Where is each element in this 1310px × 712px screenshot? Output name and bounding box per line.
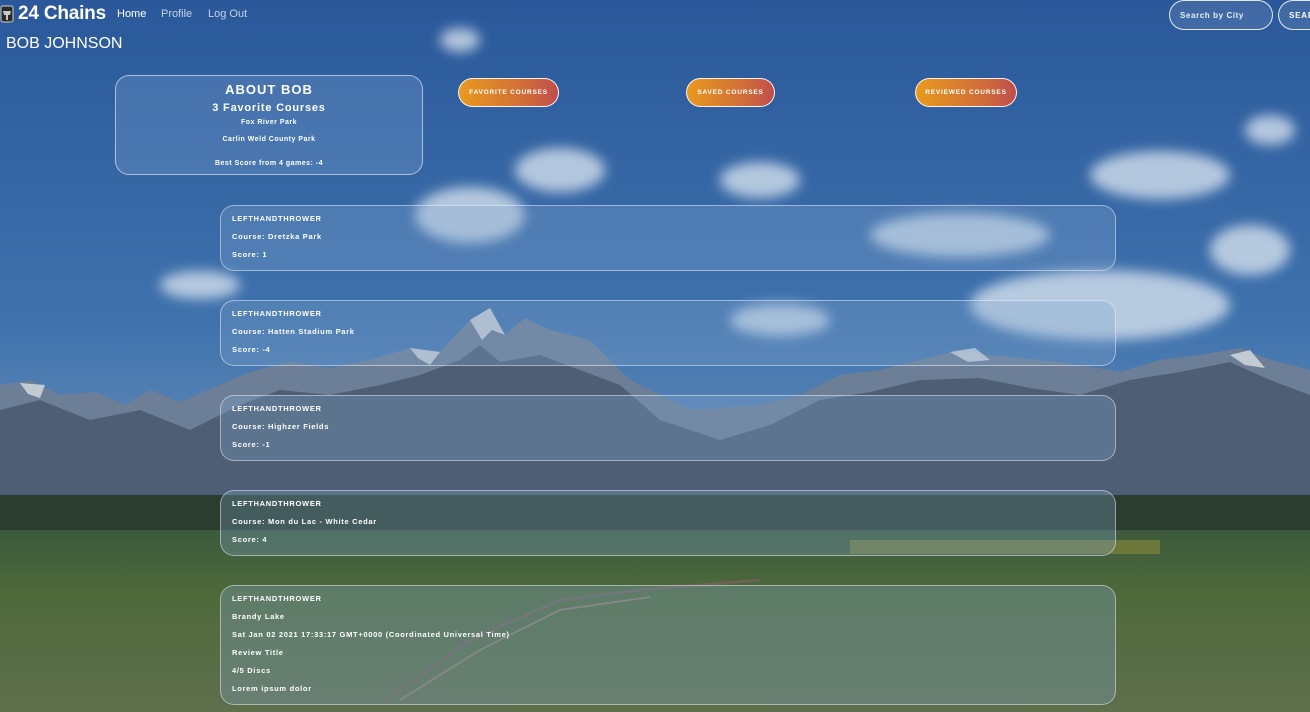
score-value: Score: 1 (232, 250, 268, 259)
score-user: LEFTHANDTHROWER (232, 404, 322, 413)
score-user: LEFTHANDTHROWER (232, 309, 322, 318)
favorite-course-item: Carlin Weld County Park (222, 136, 316, 143)
nav-link-profile[interactable]: Profile (161, 8, 192, 20)
profile-user-name: BOB JOHNSON (6, 35, 123, 52)
disc-golf-basket-logo-icon (0, 5, 14, 23)
score-course: Course: Hatten Stadium Park (232, 327, 355, 336)
score-card: LEFTHANDTHROWER Course: Mon du Lac - Whi… (220, 490, 1116, 556)
brand[interactable]: 24 Chains (0, 3, 106, 25)
review-user: LEFTHANDTHROWER (232, 594, 322, 603)
score-user: LEFTHANDTHROWER (232, 499, 322, 508)
favorite-courses-button[interactable]: FAVORITE COURSES (458, 78, 559, 107)
review-date: Sat Jan 02 2021 17:33:17 GMT+0000 (Coord… (232, 630, 510, 639)
review-rating: 4/5 Discs (232, 666, 271, 675)
search-city-input[interactable] (1169, 0, 1273, 30)
top-navbar: 24 Chains Home Profile Log Out SEARCH (0, 0, 1310, 30)
score-value: Score: 4 (232, 535, 268, 544)
review-title: Review Title (232, 648, 284, 657)
review-body: Lorem ipsum dolor (232, 684, 312, 693)
score-card: LEFTHANDTHROWER Course: Hatten Stadium P… (220, 300, 1116, 366)
score-card: LEFTHANDTHROWER Course: Dretzka Park Sco… (220, 205, 1116, 271)
score-value: Score: -4 (232, 345, 271, 354)
best-score-text: Best Score from 4 games: -4 (214, 160, 324, 167)
score-course: Course: Dretzka Park (232, 232, 322, 241)
score-course: Course: Highzer Fields (232, 422, 330, 431)
saved-courses-button[interactable]: SAVED COURSES (686, 78, 775, 107)
score-user: LEFTHANDTHROWER (232, 214, 322, 223)
brand-name: 24 Chains (18, 3, 106, 24)
about-card: ABOUT BOB 3 Favorite Courses Fox River P… (115, 75, 423, 175)
favorite-course-item: Fox River Park (240, 119, 298, 126)
nav-link-home[interactable]: Home (117, 8, 146, 20)
review-course: Brandy Lake (232, 612, 285, 621)
score-course: Course: Mon du Lac - White Cedar (232, 517, 377, 526)
nav-link-logout[interactable]: Log Out (208, 8, 247, 20)
score-value: Score: -1 (232, 440, 271, 449)
review-card: LEFTHANDTHROWER Brandy Lake Sat Jan 02 2… (220, 585, 1116, 705)
reviewed-courses-button[interactable]: REVIEWED COURSES (915, 78, 1017, 107)
favorite-count-label: 3 Favorite Courses (212, 102, 326, 114)
score-card: LEFTHANDTHROWER Course: Highzer Fields S… (220, 395, 1116, 461)
about-title: ABOUT BOB (225, 82, 313, 97)
search-button[interactable]: SEARCH (1278, 0, 1310, 30)
